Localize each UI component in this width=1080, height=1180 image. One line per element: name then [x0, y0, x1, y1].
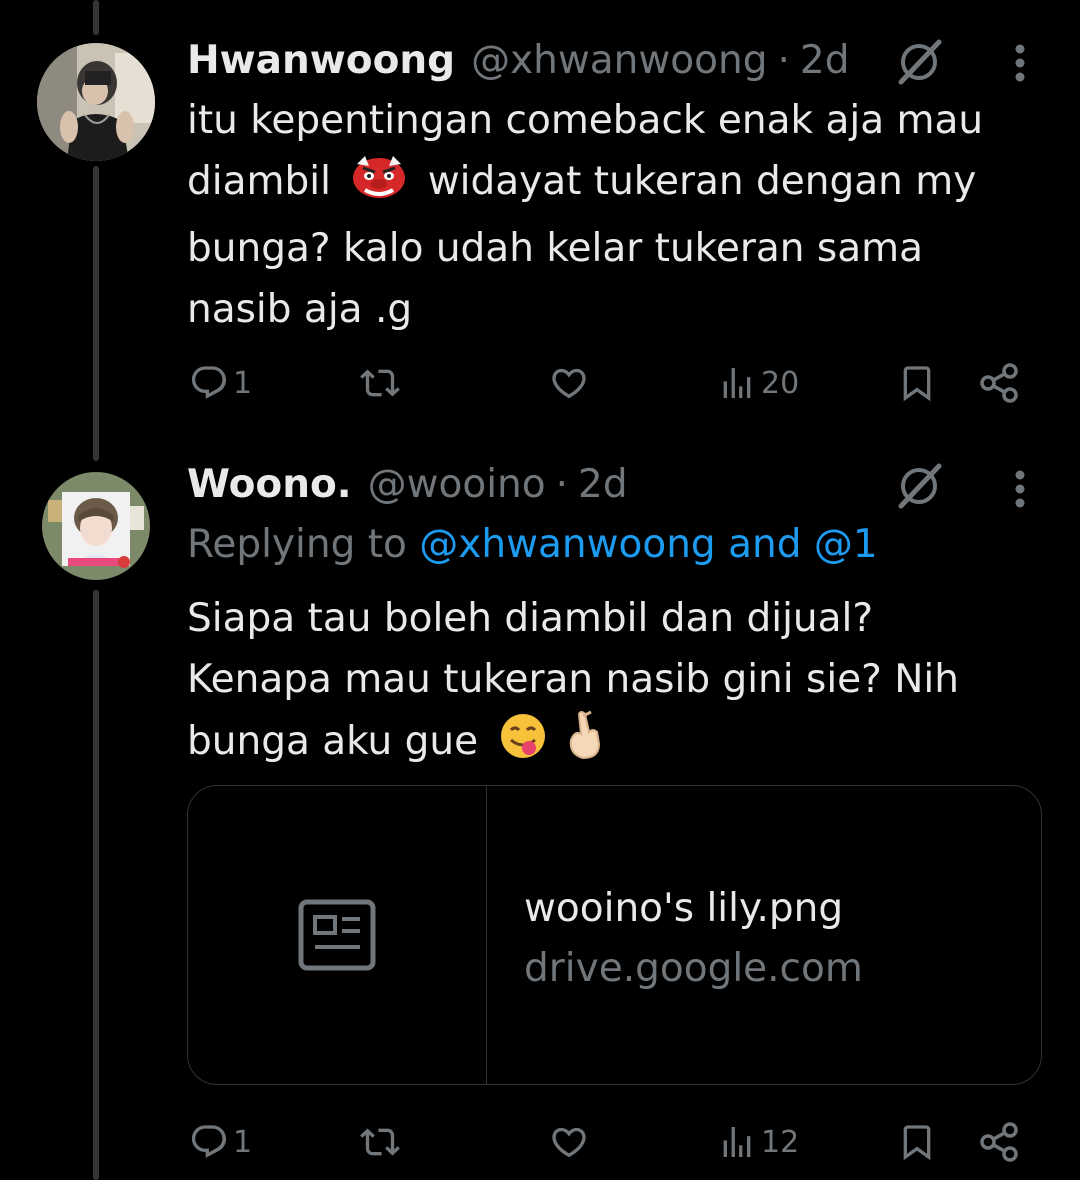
tweet-text-line: nasib aja .g: [187, 287, 413, 332]
heart-icon: [552, 368, 586, 399]
views-button[interactable]: 20: [717, 353, 799, 413]
display-name[interactable]: Woono.: [187, 462, 352, 507]
like-button[interactable]: [549, 353, 589, 413]
tweet-actions: 1 20: [187, 353, 1027, 413]
share-icon: [980, 363, 1018, 403]
share-button[interactable]: [979, 1112, 1021, 1172]
tweet-header: Hwanwoong @xhwanwoong · 2d: [187, 32, 849, 88]
retweet-button[interactable]: [359, 1112, 401, 1172]
heart-icon: [552, 1127, 586, 1158]
tweet-text: Siapa tau boleh diambil dan dijual? Kena…: [187, 588, 1047, 778]
avatar[interactable]: [42, 472, 150, 580]
tweet-text-segment: diambil: [187, 159, 331, 204]
reply-icon: [191, 366, 227, 399]
grok-icon[interactable]: [893, 38, 945, 90]
article-icon: [298, 899, 376, 971]
thread-line-bottom: [93, 590, 99, 1180]
separator-dot: ·: [777, 37, 790, 83]
reply-count: 1: [233, 1124, 253, 1160]
face-savoring-food-emoji: [499, 712, 547, 778]
views-icon: [723, 1127, 751, 1157]
reply-button[interactable]: 1: [189, 353, 252, 413]
card-title[interactable]: wooino's lily.png: [524, 886, 843, 931]
views-button[interactable]: 12: [717, 1112, 799, 1172]
card-thumbnail: [188, 786, 487, 1084]
display-name[interactable]: Hwanwoong: [187, 38, 455, 83]
link-card[interactable]: wooino's lily.png drive.google.com: [187, 785, 1042, 1085]
like-button[interactable]: [549, 1112, 589, 1172]
hand-with-index-finger-and-thumb-crossed-emoji: [563, 710, 605, 778]
user-handle[interactable]: @xhwanwoong: [471, 38, 767, 83]
bookmark-button[interactable]: [897, 353, 937, 413]
views-count: 20: [761, 365, 800, 401]
grok-icon[interactable]: [893, 462, 945, 514]
retweet-icon: [360, 1128, 400, 1156]
retweet-icon: [360, 369, 400, 397]
share-icon: [980, 1122, 1018, 1162]
tweet-text-line-emoji: bunga aku gue: [187, 710, 1047, 778]
bookmark-button[interactable]: [897, 1112, 937, 1172]
tweet-text-line: Kenapa mau tukeran nasib gini sie? Nih: [187, 657, 959, 702]
timestamp[interactable]: 2d: [578, 462, 628, 507]
reply-button[interactable]: 1: [189, 1112, 252, 1172]
card-domain: drive.google.com: [524, 946, 863, 991]
thread-line-top: [93, 0, 99, 35]
tweet-text-line-emoji: diambil widayat tukeran dengan my: [187, 151, 1047, 218]
tweet-text-line: bunga? kalo udah kelar tukeran sama: [187, 226, 924, 271]
separator-dot: ·: [555, 461, 569, 507]
reply-count: 1: [233, 365, 253, 401]
retweet-button[interactable]: [359, 353, 401, 413]
bookmark-icon: [903, 1125, 931, 1161]
more-options-icon[interactable]: [1010, 468, 1030, 514]
more-options-icon[interactable]: [1010, 42, 1030, 88]
tweet-text-line: itu kepentingan comeback enak aja mau: [187, 98, 984, 143]
share-button[interactable]: [979, 353, 1021, 413]
replying-mentions[interactable]: @xhwanwoong and @1: [419, 522, 877, 567]
tweet-header: Woono. @wooino · 2d: [187, 456, 628, 512]
tweet-text: itu kepentingan comeback enak aja mau di…: [187, 90, 1047, 340]
replying-to: Replying to @xhwanwoong and @1: [187, 522, 878, 567]
tweet-text-segment: widayat tukeran dengan my: [427, 159, 977, 204]
tweet-text-segment: bunga aku gue: [187, 719, 479, 764]
tweet-actions: 1 12: [187, 1112, 1027, 1172]
reply-icon: [191, 1125, 227, 1158]
user-handle[interactable]: @wooino: [368, 462, 546, 507]
timeline: Hwanwoong @xhwanwoong · 2d itu kepenting…: [0, 0, 1080, 1180]
views-count: 12: [761, 1124, 800, 1160]
bookmark-icon: [903, 366, 931, 402]
avatar[interactable]: [37, 43, 155, 161]
thread-line-middle: [93, 166, 99, 461]
views-icon: [723, 368, 751, 398]
goblin-mask-emoji: [351, 154, 407, 218]
timestamp[interactable]: 2d: [800, 38, 850, 83]
tweet-text-line: Siapa tau boleh diambil dan dijual?: [187, 596, 874, 641]
replying-prefix: Replying to: [187, 522, 407, 567]
